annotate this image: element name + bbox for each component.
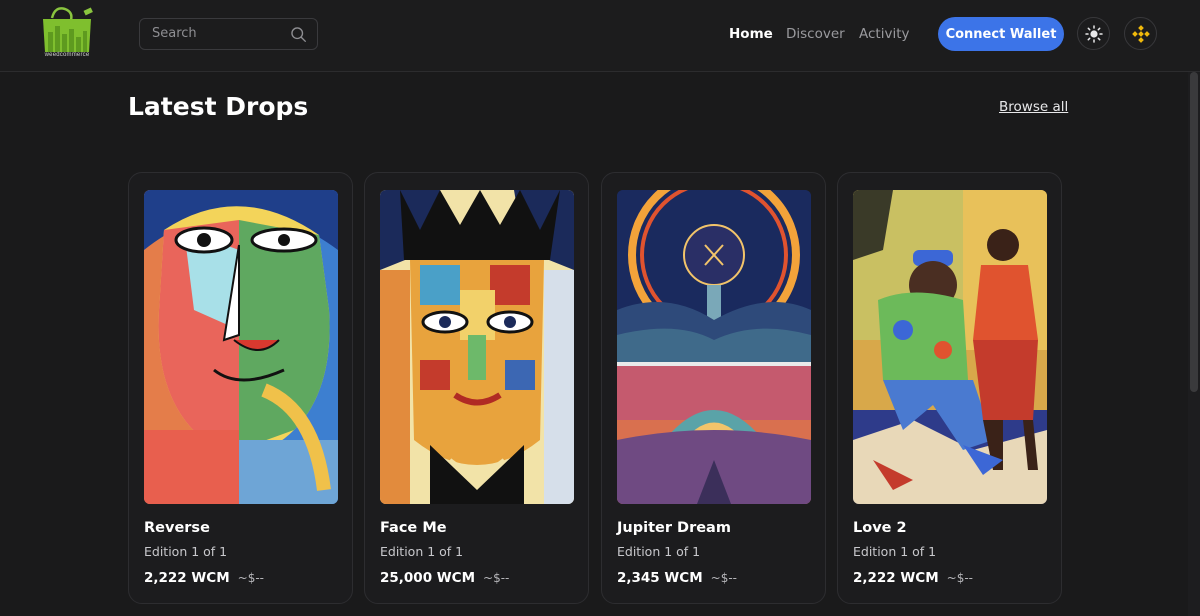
nft-edition: Edition 1 of 1 [853,544,937,559]
nft-price: 2,222 WCM ~$-- [144,570,264,586]
search-input[interactable] [152,19,292,48]
nav-home[interactable]: Home [729,26,773,42]
price-wcm: 25,000 WCM [380,570,476,586]
mosaic-face-artwork [380,190,574,504]
nft-artwork-image[interactable] [144,190,338,504]
nft-card[interactable]: Jupiter Dream Edition 1 of 1 2,345 WCM ~$… [601,172,826,604]
nft-title: Jupiter Dream [617,520,731,536]
logo-wordmark: weedcommerce [44,52,90,58]
nft-edition: Edition 1 of 1 [380,544,464,559]
nft-artwork-image[interactable] [380,190,574,504]
nft-artwork-image[interactable] [853,190,1047,504]
nft-card[interactable]: Reverse Edition 1 of 1 2,222 WCM ~$-- [128,172,353,604]
price-wcm: 2,345 WCM [617,570,703,586]
price-wcm: 2,222 WCM [853,570,939,586]
nft-price: 25,000 WCM ~$-- [380,570,509,586]
shopping-bag-icon [43,7,93,52]
theme-toggle-button[interactable] [1077,17,1110,50]
nft-title: Face Me [380,520,447,536]
nft-edition: Edition 1 of 1 [617,544,701,559]
price-usd: ~$-- [237,571,264,585]
top-nav-bar: weedcommerce Home Discover Activity Conn… [0,0,1200,72]
nav-discover[interactable]: Discover [786,26,845,42]
connect-wallet-button[interactable]: Connect Wallet [938,17,1064,51]
price-usd: ~$-- [483,571,510,585]
nft-price: 2,222 WCM ~$-- [853,570,973,586]
section-title: Latest Drops [128,92,309,121]
price-usd: ~$-- [710,571,737,585]
network-button[interactable] [1124,17,1157,50]
cosmic-landscape-artwork [617,190,811,504]
nft-edition: Edition 1 of 1 [144,544,228,559]
nft-price: 2,345 WCM ~$-- [617,570,737,586]
scrollbar-thumb[interactable] [1190,72,1198,392]
price-usd: ~$-- [946,571,973,585]
browse-all-link[interactable]: Browse all [999,99,1068,115]
search-icon[interactable] [290,26,307,43]
nft-card[interactable]: Face Me Edition 1 of 1 25,000 WCM ~$-- [364,172,589,604]
price-wcm: 2,222 WCM [144,570,230,586]
bnb-icon [1131,24,1150,43]
page-scrollbar[interactable] [1188,72,1200,616]
weedcommerce-logo[interactable]: weedcommerce [38,4,96,62]
nft-title: Reverse [144,520,210,536]
nft-artwork-image[interactable] [617,190,811,504]
cubist-face-artwork [144,190,338,504]
couple-illustration-artwork [853,190,1047,504]
search-box[interactable] [139,18,318,50]
nft-card[interactable]: Love 2 Edition 1 of 1 2,222 WCM ~$-- [837,172,1062,604]
nft-title: Love 2 [853,520,907,536]
nav-activity[interactable]: Activity [859,26,910,42]
sun-icon [1084,24,1103,43]
